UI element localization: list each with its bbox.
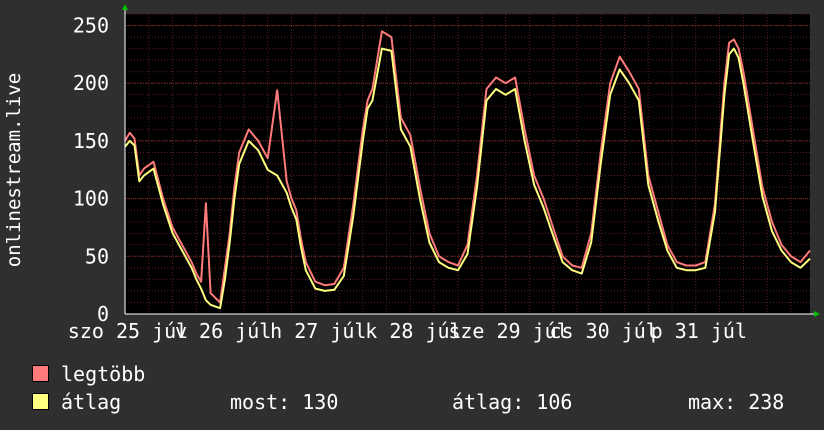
stat-current: most: 130 <box>230 390 339 414</box>
legend-label-max: legtöbb <box>61 362 146 386</box>
y-axis-label: onlinestream.live <box>3 73 25 267</box>
chart-window: 0 50 100 150 200 250 szo 25 júl v 26 júl h 27 jú… <box>0 0 824 430</box>
x-tick-label: k 28 júl <box>365 319 461 343</box>
legend-item-avg: átlag <box>32 390 121 414</box>
y-tick-label: 200 <box>73 71 109 95</box>
legend-swatch-max <box>32 365 49 382</box>
x-tick-label: v 26 júl <box>175 319 271 343</box>
stat-average: átlag: 106 <box>452 390 573 414</box>
legend-swatch-avg <box>32 393 49 410</box>
stat-max: max: 238 <box>688 390 785 414</box>
x-tick-label: cs 30 júl <box>550 319 658 343</box>
y-tick-label: 150 <box>73 129 109 153</box>
x-tick-label: h 27 júl <box>270 319 366 343</box>
y-tick-label: 100 <box>73 187 109 211</box>
x-tick-label: szo 25 júl <box>68 319 188 343</box>
y-tick-label: 50 <box>85 244 109 268</box>
legend-item-max: legtöbb <box>32 362 145 386</box>
y-axis-arrow <box>122 4 128 10</box>
x-tick-label: p 31 júl <box>651 319 747 343</box>
legend-label-avg: átlag <box>61 390 122 414</box>
x-axis-arrow <box>814 311 820 317</box>
y-tick-label: 250 <box>73 14 109 38</box>
